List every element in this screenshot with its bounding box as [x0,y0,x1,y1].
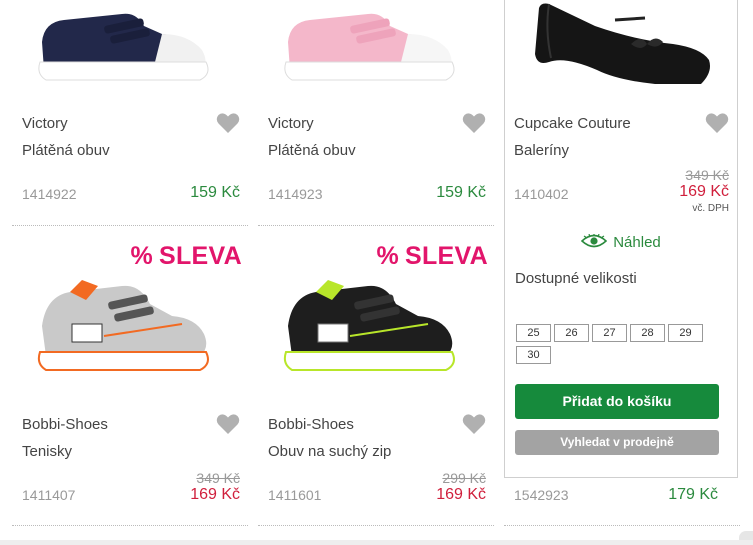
divider [504,525,740,526]
heart-icon[interactable] [705,112,729,134]
bottom-strip [0,540,753,545]
eye-icon [581,233,608,252]
vat-note: vč. DPH [692,203,729,214]
heart-icon[interactable] [462,413,486,435]
size-option[interactable]: 25 [516,324,551,342]
product-price: 169 Kč [436,486,486,503]
add-to-cart-button[interactable]: Přidat do košíku [515,384,719,419]
product-name[interactable]: Obuv na suchý zip [268,443,391,460]
old-price: 349 Kč [685,167,729,183]
product-code: 1411407 [22,487,76,503]
preview-label[interactable]: Náhled [613,234,661,251]
old-price: 299 Kč [442,470,486,486]
product-price: 179 Kč [668,486,718,503]
product-price: 169 Kč [190,486,240,503]
price-box: 349 Kč 169 Kč vč. DPH [679,167,729,214]
product-brand[interactable]: Bobbi-Shoes [22,416,108,433]
old-price: 349 Kč [196,470,240,486]
price-box: 299 Kč 169 Kč [436,470,486,504]
product-card[interactable]: Victory Plátěná obuv 1414923 159 Kč [258,0,494,226]
product-code: 1411601 [268,487,322,503]
product-card[interactable]: Victory Plátěná obuv 1414922 159 Kč [12,0,248,226]
product-code: 1410402 [514,186,569,202]
size-option[interactable]: 29 [668,324,703,342]
size-option[interactable]: 28 [630,324,665,342]
divider [12,225,248,226]
size-option[interactable]: 30 [516,346,551,364]
product-price: 159 Kč [190,184,240,201]
heart-icon[interactable] [216,413,240,435]
product-image[interactable] [12,276,248,386]
product-card[interactable]: % SLEVA Bobbi-Shoes Tenisky 1411407 349 K… [12,230,248,526]
price-box: 179 Kč [668,486,718,504]
product-name[interactable]: Tenisky [22,443,72,460]
product-image[interactable] [12,0,248,92]
product-name[interactable]: Baleríny [514,142,569,159]
product-image[interactable] [505,0,737,96]
divider [258,225,494,226]
sizes-title: Dostupné velikosti [515,270,637,287]
product-price: 159 Kč [436,184,486,201]
heart-icon[interactable] [216,112,240,134]
product-code: 1542923 [514,487,569,503]
product-brand[interactable]: Bobbi-Shoes [268,416,354,433]
product-name[interactable]: Plátěná obuv [22,142,110,159]
product-card[interactable]: % SLEVA Bobbi-Shoes Obuv na suchý zip 141… [258,230,494,526]
product-price: 169 Kč [679,183,729,200]
size-list: 25 26 27 28 29 30 [516,323,716,367]
product-code: 1414922 [22,186,77,202]
divider [258,525,494,526]
sale-badge: % SLEVA [376,242,488,270]
product-name[interactable]: Plátěná obuv [268,142,356,159]
divider [12,525,248,526]
sale-badge: % SLEVA [130,242,242,270]
preview-link[interactable]: Náhled [505,233,737,252]
find-in-store-button[interactable]: Vyhledat v prodejně [515,430,719,455]
size-option[interactable]: 26 [554,324,589,342]
product-code: 1414923 [268,186,323,202]
product-brand[interactable]: Cupcake Couture [514,115,631,132]
product-image[interactable] [258,0,494,92]
price-box: 349 Kč 169 Kč [190,470,240,504]
product-image[interactable] [258,276,494,386]
product-brand[interactable]: Victory [268,115,314,132]
product-card[interactable]: 1542923 179 Kč [504,478,740,526]
price-box: 159 Kč [436,184,486,202]
size-option[interactable]: 27 [592,324,627,342]
product-card-expanded[interactable]: Cupcake Couture Baleríny 1410402 349 Kč … [504,0,738,478]
heart-icon[interactable] [462,112,486,134]
price-box: 159 Kč [190,184,240,202]
product-brand[interactable]: Victory [22,115,68,132]
